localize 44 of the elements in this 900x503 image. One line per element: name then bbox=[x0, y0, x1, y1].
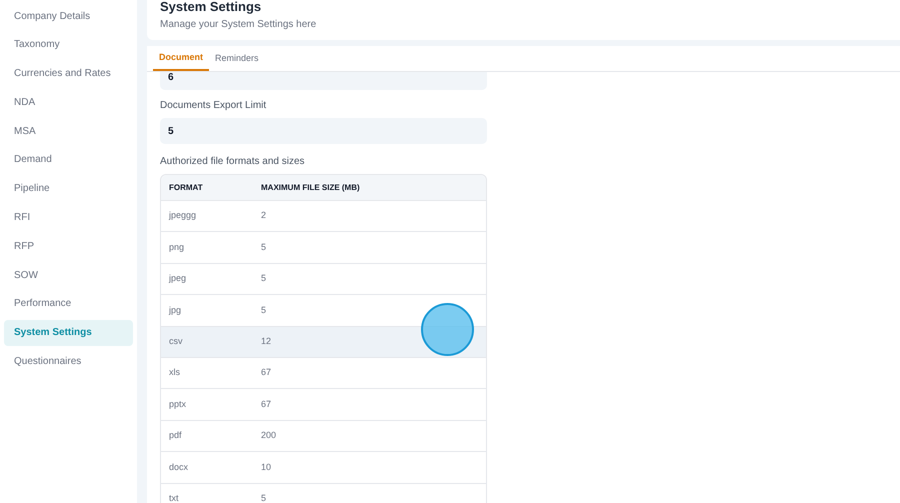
table-cell-text: txt bbox=[168, 492, 180, 503]
sidebar-item[interactable]: RFI bbox=[4, 204, 133, 231]
sidebar-item[interactable]: Company Details bbox=[4, 3, 133, 29]
table-cell-text: 5 bbox=[260, 272, 266, 286]
table-cell-text: pdf bbox=[168, 429, 183, 442]
table-row[interactable]: pdf 200 bbox=[161, 420, 486, 452]
sidebar-item[interactable]: Performance bbox=[4, 290, 133, 317]
page-subtitle: Manage your System Settings here bbox=[160, 18, 318, 32]
table-cell-text: 5 bbox=[260, 240, 266, 254]
column-header: FORMAT bbox=[168, 182, 204, 194]
table-cell-text: png bbox=[168, 240, 186, 254]
table-cell-text: 67 bbox=[260, 366, 272, 380]
input-field[interactable]: 6 bbox=[160, 72, 487, 90]
table-cell-text: 12 bbox=[260, 335, 272, 348]
table-row[interactable]: txt 5 bbox=[161, 484, 486, 503]
sidebar-item[interactable]: Demand bbox=[4, 146, 133, 173]
table-cell-text: 5 bbox=[260, 492, 266, 503]
table-cell-text: 2 bbox=[260, 209, 266, 222]
sidebar-item[interactable]: System Settings bbox=[4, 320, 133, 346]
sidebar-item[interactable]: SOW bbox=[4, 262, 133, 288]
table-cell-text: csv bbox=[168, 335, 184, 348]
sidebar-item[interactable]: Pipeline bbox=[4, 176, 133, 202]
tab[interactable]: Reminders bbox=[209, 46, 265, 71]
table-cell-text: docx bbox=[168, 460, 190, 474]
input-field[interactable]: 5 bbox=[160, 118, 487, 144]
table-cell-text: jpg bbox=[168, 304, 182, 317]
table-cell-text: 5 bbox=[260, 304, 266, 317]
table-cell-text: 67 bbox=[260, 398, 272, 411]
page-title: System Settings bbox=[160, 0, 262, 15]
table-cell-text: 200 bbox=[260, 429, 276, 442]
sidebar-item[interactable]: Questionnaires bbox=[4, 348, 133, 375]
table-cell-text: jpeggg bbox=[168, 209, 198, 222]
table-cell-text: jpeg bbox=[168, 272, 188, 286]
table-cell-text: pptx bbox=[168, 398, 188, 411]
sidebar-item[interactable]: NDA bbox=[4, 89, 133, 116]
field-label: Documents Export Limit bbox=[160, 99, 268, 113]
table-cell-text: xls bbox=[168, 366, 181, 380]
sidebar-item[interactable]: RFP bbox=[4, 233, 133, 260]
section-label: Authorized file formats and sizes bbox=[160, 155, 306, 169]
table-cell-text: 10 bbox=[260, 460, 272, 474]
column-header: MAXIMUM FILE SIZE (MB) bbox=[260, 182, 360, 194]
sidebar-item[interactable]: MSA bbox=[4, 118, 133, 144]
sidebar-item[interactable]: Taxonomy bbox=[4, 32, 133, 58]
sidebar-item[interactable]: Currencies and Rates bbox=[4, 60, 133, 87]
